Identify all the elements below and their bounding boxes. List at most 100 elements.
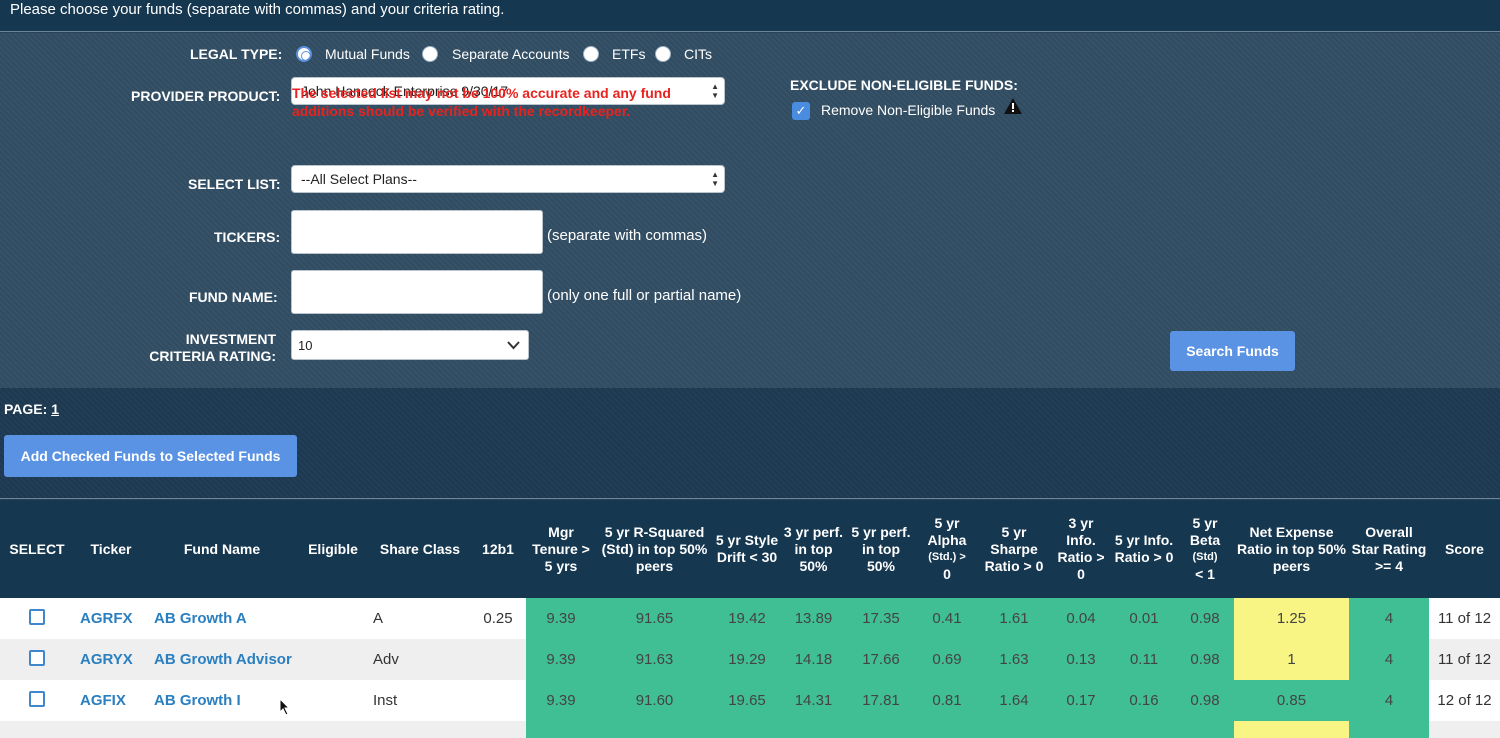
12b1-cell: [470, 639, 526, 680]
col-5yr-info[interactable]: 5 yr Info. Ratio > 0: [1112, 500, 1176, 598]
star-rating-cell: 4: [1349, 639, 1429, 680]
partial-cell: [916, 721, 978, 738]
tickers-label: TICKERS:: [214, 229, 281, 245]
fund-name-link[interactable]: AB Growth A: [148, 598, 296, 639]
5yr-perf-cell: 17.81: [846, 680, 916, 721]
remove-non-eligible-checkbox[interactable]: ✓: [792, 102, 810, 120]
col-style-drift[interactable]: 5 yr Style Drift < 30: [713, 500, 781, 598]
beta-cell: 0.98: [1176, 639, 1234, 680]
criteria-label-line2: CRITERIA RATING:: [149, 348, 276, 364]
alpha-cell: 0.41: [916, 598, 978, 639]
remove-non-eligible-label[interactable]: Remove Non-Eligible Funds: [821, 102, 995, 118]
row-select-cell: [0, 680, 74, 721]
radio-cits-label[interactable]: CITs: [684, 46, 712, 62]
col-fund-name[interactable]: Fund Name: [148, 500, 296, 598]
results-table: SELECT Ticker Fund Name Eligible Share C…: [0, 500, 1500, 738]
score-cell: 12 of 12: [1429, 680, 1500, 721]
partial-cell: [296, 721, 370, 738]
star-rating-cell: 4: [1349, 680, 1429, 721]
mouse-cursor-icon: [279, 698, 291, 716]
col-mgr-tenure[interactable]: Mgr Tenure > 5 yrs: [526, 500, 596, 598]
accuracy-warning: The selected list may not be 100% accura…: [292, 85, 671, 119]
mgr-tenure-cell: 9.39: [526, 639, 596, 680]
criteria-label: INVESTMENT CRITERIA RATING:: [140, 331, 276, 365]
table-row: AGRYX AB Growth Advisor Adv 9.39 91.63 1…: [0, 639, 1500, 680]
fund-name-link[interactable]: AB Growth Advisor: [148, 639, 296, 680]
partial-cell: [1349, 721, 1429, 738]
radio-separate-accounts-label[interactable]: Separate Accounts: [452, 46, 570, 62]
partial-cell: [526, 721, 596, 738]
col-ticker[interactable]: Ticker: [74, 500, 148, 598]
12b1-cell: 0.25: [470, 598, 526, 639]
partial-cell: [0, 721, 74, 738]
col-share-class[interactable]: Share Class: [370, 500, 470, 598]
col-3yr-perf[interactable]: 3 yr perf. in top 50%: [781, 500, 846, 598]
5yr-perf-cell: 17.35: [846, 598, 916, 639]
criteria-rating-select[interactable]: 10: [291, 330, 529, 360]
partial-cell: [846, 721, 916, 738]
partial-cell: [713, 721, 781, 738]
radio-etfs[interactable]: [583, 46, 599, 62]
table-header-row: SELECT Ticker Fund Name Eligible Share C…: [0, 500, 1500, 598]
row-select-checkbox[interactable]: [29, 690, 45, 707]
select-list-label: SELECT LIST:: [188, 176, 281, 192]
radio-separate-accounts[interactable]: [422, 46, 438, 62]
col-select: SELECT: [0, 500, 74, 598]
net-expense-cell: 1: [1234, 639, 1349, 680]
tickers-input[interactable]: [291, 210, 543, 254]
select-list-value: --All Select Plans--: [301, 171, 417, 187]
5yr-info-cell: 0.16: [1112, 680, 1176, 721]
page-label: PAGE: 1: [4, 401, 59, 417]
fund-name-link[interactable]: AB Growth I: [148, 680, 296, 721]
radio-mutual-funds[interactable]: [296, 46, 312, 62]
search-funds-button[interactable]: Search Funds: [1170, 331, 1295, 371]
r-squared-cell: 91.60: [596, 680, 713, 721]
beta-cell: 0.98: [1176, 598, 1234, 639]
style-drift-cell: 19.65: [713, 680, 781, 721]
ticker-link[interactable]: AGRYX: [74, 639, 148, 680]
tickers-hint: (separate with commas): [547, 227, 708, 244]
col-alpha-sub: (Std.) >: [928, 551, 966, 563]
sharpe-cell: 1.63: [978, 639, 1050, 680]
page-link-1[interactable]: 1: [51, 401, 59, 417]
warning-icon: [1004, 98, 1022, 114]
ticker-link[interactable]: AGRFX: [74, 598, 148, 639]
3yr-perf-cell: 14.31: [781, 680, 846, 721]
col-5yr-perf[interactable]: 5 yr perf. in top 50%: [846, 500, 916, 598]
select-arrows-icon: ▲ ▼: [711, 170, 719, 188]
fund-name-label: FUND NAME:: [189, 289, 278, 305]
row-select-checkbox[interactable]: [29, 608, 45, 625]
fund-name-input[interactable]: [291, 270, 543, 314]
ticker-link[interactable]: AGFIX: [74, 680, 148, 721]
partial-cell: [978, 721, 1050, 738]
col-beta[interactable]: 5 yr Beta (Std) < 1: [1176, 500, 1234, 598]
col-score[interactable]: Score: [1429, 500, 1500, 598]
col-star-rating[interactable]: Overall Star Rating >= 4: [1349, 500, 1429, 598]
mgr-tenure-cell: 9.39: [526, 598, 596, 639]
select-list-select[interactable]: --All Select Plans-- ▲ ▼: [291, 165, 725, 193]
col-alpha[interactable]: 5 yr Alpha (Std.) > 0: [916, 500, 978, 598]
5yr-info-cell: 0.01: [1112, 598, 1176, 639]
col-12b1[interactable]: 12b1: [470, 500, 526, 598]
row-select-checkbox[interactable]: [29, 649, 45, 666]
col-eligible[interactable]: Eligible: [296, 500, 370, 598]
col-sharpe[interactable]: 5 yr Sharpe Ratio > 0: [978, 500, 1050, 598]
partial-cell: [596, 721, 713, 738]
radio-cits[interactable]: [655, 46, 671, 62]
share-class-cell: Inst: [370, 680, 470, 721]
table-row: AGFIX AB Growth I Inst 9.39 91.60 19.65 …: [0, 680, 1500, 721]
col-beta-threshold: < 1: [1195, 566, 1215, 582]
add-checked-funds-button[interactable]: Add Checked Funds to Selected Funds: [4, 435, 297, 477]
partial-cell: [370, 721, 470, 738]
radio-mutual-funds-label[interactable]: Mutual Funds: [325, 46, 410, 62]
beta-cell: 0.98: [1176, 680, 1234, 721]
col-r-squared[interactable]: 5 yr R-Squared (Std) in top 50% peers: [596, 500, 713, 598]
alpha-cell: 0.81: [916, 680, 978, 721]
criteria-rating-value: 10: [298, 338, 313, 353]
partial-cell: [1112, 721, 1176, 738]
exclude-title: EXCLUDE NON-ELIGIBLE FUNDS:: [790, 77, 1018, 93]
radio-etfs-label[interactable]: ETFs: [612, 46, 645, 62]
col-3yr-info[interactable]: 3 yr Info. Ratio > 0: [1050, 500, 1112, 598]
partial-cell: [781, 721, 846, 738]
col-net-expense[interactable]: Net Expense Ratio in top 50% peers: [1234, 500, 1349, 598]
